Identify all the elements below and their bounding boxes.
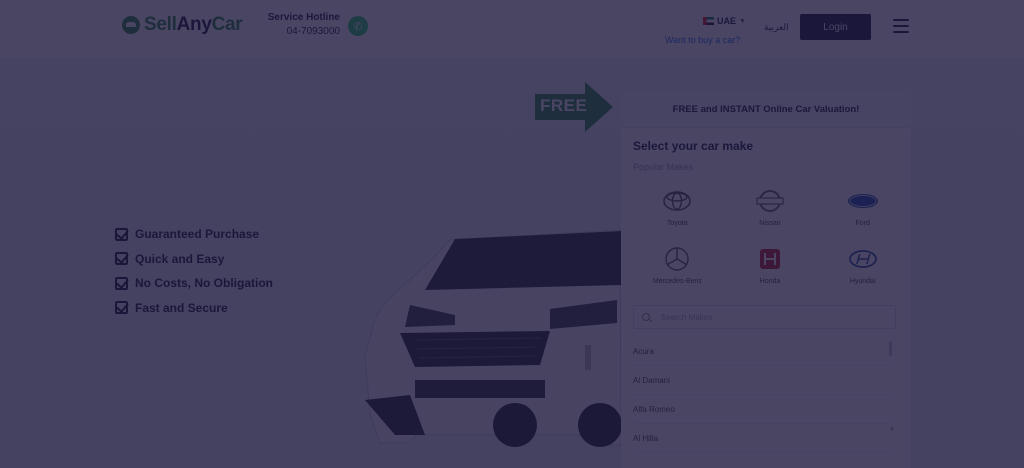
nissan-logo-icon <box>756 186 784 216</box>
page: SellAnyCar Service Hotline 04-7093000 ✆ … <box>0 0 1024 468</box>
make-nissan[interactable]: Nissan <box>724 186 817 234</box>
login-button[interactable]: Login <box>800 14 871 40</box>
uae-flag-icon <box>703 17 714 25</box>
chevron-down-icon[interactable]: ▼ <box>889 427 895 433</box>
service-hotline: Service Hotline 04-7093000 <box>262 12 340 37</box>
hotline-label: Service Hotline <box>267 12 340 23</box>
search-input[interactable] <box>659 311 883 323</box>
checkbox-check-icon <box>115 227 128 241</box>
benefit-item: No Costs, No Obligation <box>115 271 273 296</box>
make-honda[interactable]: Honda <box>724 244 817 292</box>
logo[interactable]: SellAnyCar <box>122 14 243 36</box>
list-item[interactable]: Alfa Romeo <box>633 395 893 424</box>
panel-subtitle: Popular Makes <box>633 162 694 172</box>
free-badge: FREE <box>540 96 588 115</box>
valuation-panel: FREE and INSTANT Online Car Valuation! S… <box>621 91 911 468</box>
checkbox-check-icon <box>115 252 128 266</box>
logo-text: SellAnyCar <box>144 14 243 35</box>
checkbox-check-icon <box>115 276 128 290</box>
makes-list: Acura Al Damani Alfa Romeo Al Hilla <box>633 337 893 453</box>
panel-title: Select your car make <box>633 139 754 153</box>
make-mercedes-benz[interactable]: Mercedes-Benz <box>631 244 724 292</box>
make-hyundai[interactable]: Hyundai <box>816 244 909 292</box>
hyundai-logo-icon <box>848 244 878 274</box>
hotline-number[interactable]: 04-7093000 <box>262 26 340 37</box>
list-item[interactable]: Acura <box>633 337 893 366</box>
valuation-header: FREE and INSTANT Online Car Valuation! <box>621 91 911 128</box>
country-selector[interactable]: UAE ▼ <box>703 16 746 26</box>
benefit-item: Quick and Easy <box>115 247 273 272</box>
car-image <box>364 229 622 447</box>
list-item[interactable]: Al Damani <box>633 366 893 395</box>
make-ford[interactable]: Ford <box>816 186 909 234</box>
country-label: UAE <box>717 16 737 26</box>
benefit-item: Fast and Secure <box>115 296 273 321</box>
buy-car-link[interactable]: Want to buy a car? <box>665 35 740 45</box>
ford-logo-icon <box>847 186 879 216</box>
language-switch[interactable]: العربية <box>764 22 789 33</box>
popular-makes-grid: Toyota Nissan Ford Mercedes-Benz Honda H… <box>631 186 909 292</box>
checkbox-check-icon <box>115 301 128 315</box>
list-item[interactable]: Al Hilla <box>633 424 893 453</box>
menu-icon[interactable] <box>893 19 909 33</box>
chevron-down-icon: ▼ <box>739 17 746 25</box>
search-icon <box>642 312 651 322</box>
honda-logo-icon <box>757 244 783 274</box>
benefit-item: Guaranteed Purchase <box>115 222 273 247</box>
toyota-logo-icon <box>662 186 692 216</box>
site-header: SellAnyCar Service Hotline 04-7093000 ✆ … <box>0 0 1024 58</box>
make-toyota[interactable]: Toyota <box>631 186 724 234</box>
benefits-list: Guaranteed Purchase Quick and Easy No Co… <box>115 222 273 320</box>
logo-icon <box>122 16 140 34</box>
mercedes-logo-icon <box>664 244 690 274</box>
scrollbar[interactable] <box>889 341 892 356</box>
whatsapp-icon[interactable]: ✆ <box>348 16 368 36</box>
search-makes[interactable] <box>633 305 896 329</box>
